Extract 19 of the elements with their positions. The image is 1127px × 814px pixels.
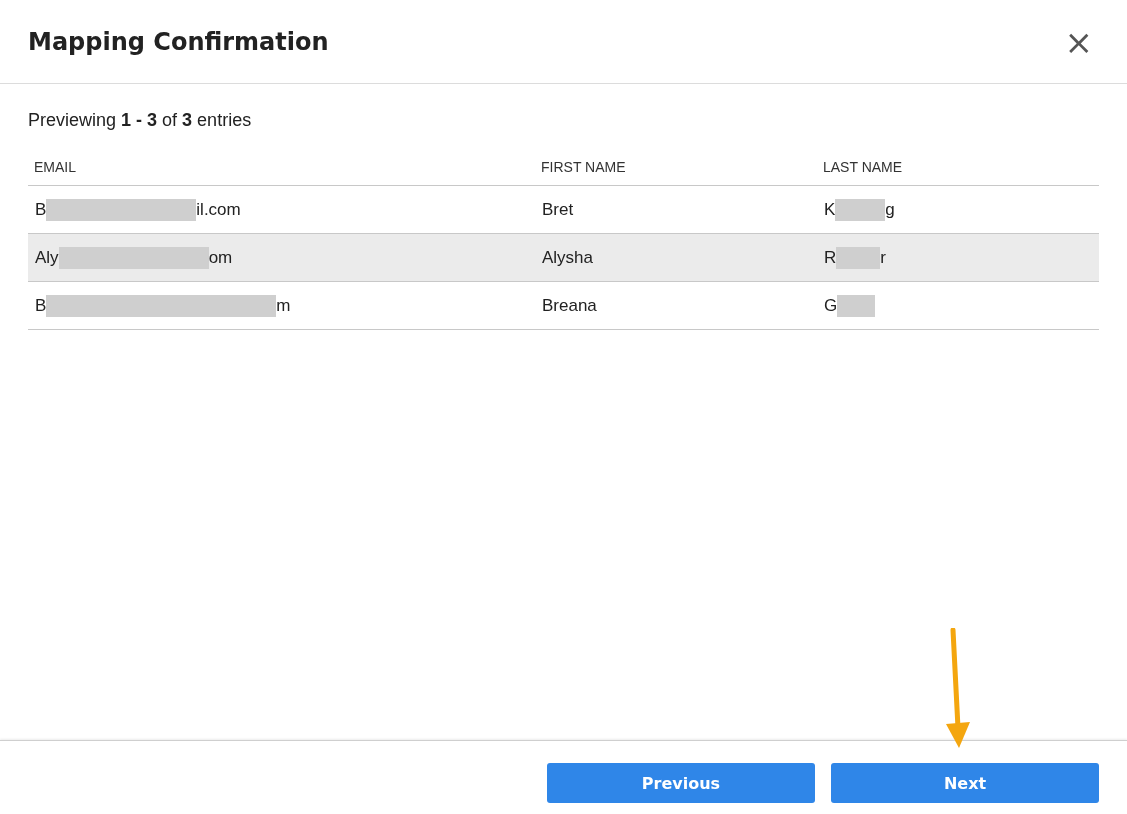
close-button[interactable]: × bbox=[1058, 24, 1099, 59]
preview-summary: Previewing 1 - 3 of 3 entries bbox=[28, 110, 253, 131]
cell-text: g bbox=[885, 199, 895, 220]
cell-text: Alysha bbox=[542, 247, 594, 268]
next-button[interactable]: Next bbox=[831, 763, 1099, 803]
cell-text: R bbox=[824, 247, 837, 268]
cell-text: K bbox=[824, 199, 836, 220]
cell-text: Breana bbox=[542, 295, 597, 316]
cell-text: il.com bbox=[196, 199, 241, 220]
cell-text: Bret bbox=[542, 199, 574, 220]
cell-text: B bbox=[35, 295, 47, 316]
cell-text: om bbox=[208, 247, 233, 268]
cell-text: Aly bbox=[35, 247, 59, 268]
cell-text: m bbox=[276, 295, 291, 316]
cell-text: r bbox=[880, 247, 886, 268]
cell-text: G bbox=[824, 295, 838, 316]
dialog-title: Mapping Confirmation bbox=[28, 27, 329, 56]
cell-text: B bbox=[35, 199, 47, 220]
previous-button[interactable]: Previous bbox=[547, 763, 815, 803]
